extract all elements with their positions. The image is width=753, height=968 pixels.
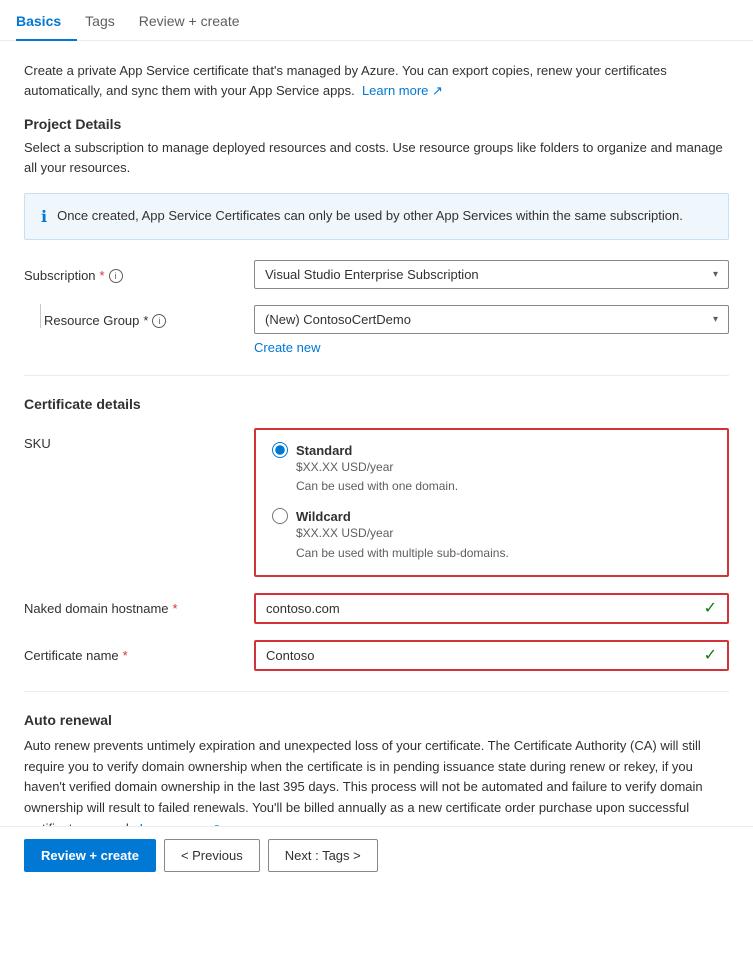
subscription-dropdown-arrow: ▾ [713, 269, 718, 280]
subscription-group: Subscription * i Visual Studio Enterpris… [24, 260, 729, 355]
subscription-dropdown[interactable]: Visual Studio Enterprise Subscription ▾ [254, 260, 729, 289]
sku-row: SKU Standard $XX.XX USD/year Can be used… [24, 428, 729, 577]
cert-name-input[interactable] [256, 642, 694, 669]
tab-bar: Basics Tags Review + create [0, 0, 753, 41]
auto-renewal-title: Auto renewal [24, 712, 729, 728]
cert-name-valid-icon: ✓ [694, 645, 727, 665]
subscription-label: Subscription * i [24, 260, 254, 283]
info-icon: ℹ [41, 207, 47, 227]
sku-standard-price: $XX.XX USD/year [296, 458, 711, 477]
sku-standard-sub: $XX.XX USD/year Can be used with one dom… [296, 458, 711, 496]
naked-domain-valid-icon: ✓ [694, 598, 727, 618]
learn-more-link[interactable]: Learn more ↗ [362, 83, 443, 98]
auto-renewal-desc: Auto renew prevents untimely expiration … [24, 736, 729, 840]
intro-text: Create a private App Service certificate… [24, 61, 729, 100]
resource-group-dropdown[interactable]: (New) ContosoCertDemo ▾ [254, 305, 729, 334]
naked-domain-row: Naked domain hostname * ✓ [24, 593, 729, 624]
cert-name-required: * [123, 648, 128, 663]
review-create-button[interactable]: Review + create [24, 839, 156, 872]
resource-group-value: (New) ContosoCertDemo [265, 312, 411, 327]
sku-standard-desc: Can be used with one domain. [296, 477, 711, 496]
sku-wildcard-sub: $XX.XX USD/year Can be used with multipl… [296, 524, 711, 562]
tab-basics[interactable]: Basics [16, 1, 77, 41]
sku-standard-radio[interactable] [272, 442, 288, 458]
project-details-desc: Select a subscription to manage deployed… [24, 138, 729, 177]
tab-tags[interactable]: Tags [85, 1, 131, 41]
sku-standard-option: Standard $XX.XX USD/year Can be used wit… [272, 442, 711, 496]
resource-group-control: (New) ContosoCertDemo ▾ Create new [254, 305, 729, 355]
sku-box: Standard $XX.XX USD/year Can be used wit… [254, 428, 729, 577]
subscription-required: * [100, 268, 105, 283]
resource-group-row: Resource Group * i (New) ContosoCertDemo… [44, 305, 729, 355]
sku-standard-label[interactable]: Standard [272, 442, 711, 458]
footer: Review + create < Previous Next : Tags > [0, 826, 753, 884]
subscription-value: Visual Studio Enterprise Subscription [265, 267, 479, 282]
sku-label: SKU [24, 428, 254, 451]
cert-name-control: ✓ [254, 640, 729, 671]
resource-group-label: Resource Group * i [44, 305, 254, 328]
tab-review-create[interactable]: Review + create [139, 1, 256, 41]
naked-domain-control: ✓ [254, 593, 729, 624]
info-box-text: Once created, App Service Certificates c… [57, 206, 683, 226]
sku-wildcard-label[interactable]: Wildcard [272, 508, 711, 524]
info-box: ℹ Once created, App Service Certificates… [24, 193, 729, 240]
sku-wildcard-option: Wildcard $XX.XX USD/year Can be used wit… [272, 508, 711, 562]
project-details-title: Project Details [24, 116, 729, 132]
sku-standard-title: Standard [296, 443, 352, 458]
sku-wildcard-radio[interactable] [272, 508, 288, 524]
sku-wildcard-desc: Can be used with multiple sub-domains. [296, 544, 711, 563]
sku-wildcard-price: $XX.XX USD/year [296, 524, 711, 543]
resource-group-required: * [143, 313, 148, 328]
sku-wildcard-title: Wildcard [296, 509, 351, 524]
naked-domain-input[interactable] [256, 595, 694, 622]
naked-domain-required: * [173, 601, 178, 616]
resource-group-info-icon[interactable]: i [152, 314, 166, 328]
previous-button[interactable]: < Previous [164, 839, 260, 872]
cert-name-row: Certificate name * ✓ [24, 640, 729, 671]
subscription-row: Subscription * i Visual Studio Enterpris… [24, 260, 729, 289]
divider-1 [24, 375, 729, 376]
cert-name-input-wrapper: ✓ [254, 640, 729, 671]
sku-control: Standard $XX.XX USD/year Can be used wit… [254, 428, 729, 577]
naked-domain-label: Naked domain hostname * [24, 593, 254, 616]
cert-name-label: Certificate name * [24, 640, 254, 663]
subscription-info-icon[interactable]: i [109, 269, 123, 283]
next-button[interactable]: Next : Tags > [268, 839, 378, 872]
subscription-control: Visual Studio Enterprise Subscription ▾ [254, 260, 729, 289]
cert-details-title: Certificate details [24, 396, 729, 412]
resource-group-dropdown-arrow: ▾ [713, 314, 718, 325]
naked-domain-input-wrapper: ✓ [254, 593, 729, 624]
create-new-link[interactable]: Create new [254, 340, 320, 355]
divider-2 [24, 691, 729, 692]
